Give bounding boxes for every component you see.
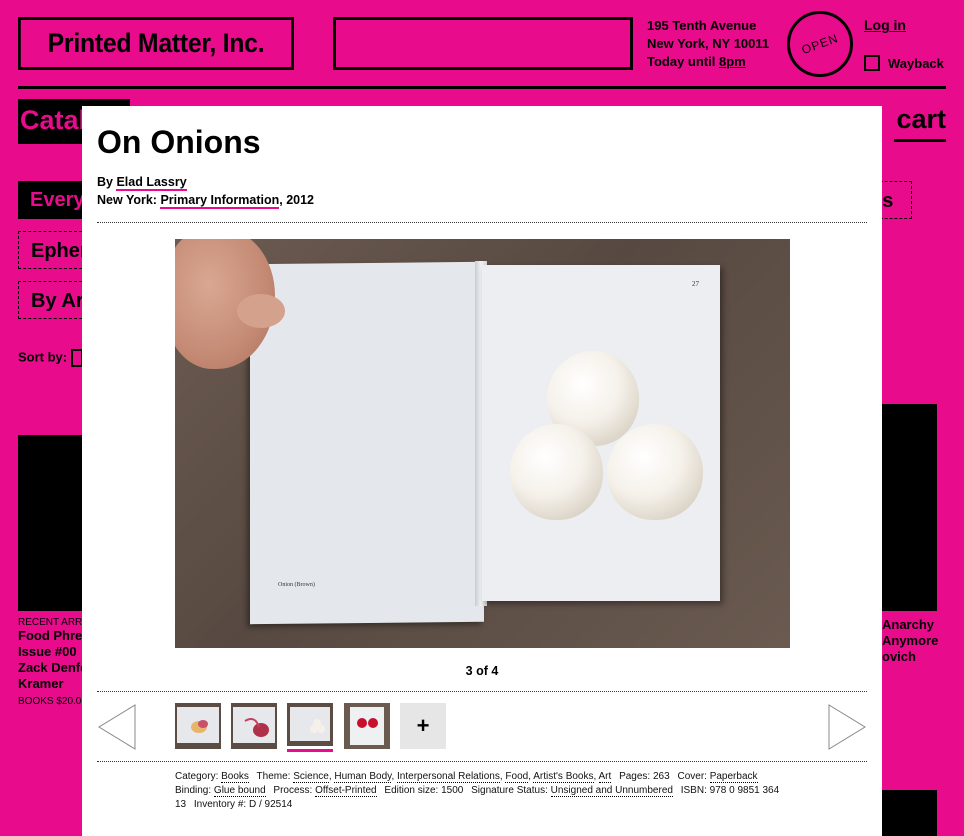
cart-link[interactable]: cart [894,99,946,142]
divider [97,691,867,692]
thumbnail-4-image [344,703,390,749]
author-prefix: By [97,175,113,189]
sort-label: Sort by: [18,349,68,365]
site-logo[interactable]: Printed Matter, Inc. [18,17,294,70]
product-tag: RECENT ARRIVALS [18,617,82,628]
product-credits: By Elad Lassry New York: Primary Informa… [97,173,314,209]
book-left-page [250,261,484,625]
product-card-right[interactable]: Anarchy Anymore ovich [882,617,964,665]
header-divider [18,86,946,89]
product-title: On Onions [97,124,261,160]
product-title-line: Zack Denfeld [18,660,82,675]
product-photo[interactable]: 27 Onion (Brown) [175,239,790,648]
onion-left-image [510,424,603,520]
process-link[interactable]: Offset-Printed [315,785,377,797]
address-line-2: New York, NY 10011 [647,36,770,51]
wayback-checkbox[interactable] [864,55,880,71]
theme-detail: Theme: Science, Human Body, Interpersona… [256,771,612,783]
thumbnail-4[interactable] [344,703,390,749]
product-title-line: Food Phreak [18,628,82,643]
publication-year: , 2012 [279,193,315,207]
theme-link[interactable]: Interpersonal Relations [397,771,500,783]
cover-link[interactable]: Paperback [709,771,758,783]
thumb-finger-image [237,294,285,328]
hours-link[interactable]: 8pm [719,54,746,69]
thumbnail-3-image [287,703,333,746]
onion-right-image [607,424,703,520]
open-status-badge: OPEN [787,11,853,77]
image-counter: 3 of 4 [465,664,499,678]
open-badge-label: OPEN [799,30,841,58]
page-number: 27 [692,280,699,288]
product-image-left[interactable] [18,435,82,611]
thumbnail-2-image [231,703,277,749]
thumbnail-3[interactable] [287,703,333,752]
signature-link[interactable]: Unsigned and Unnumbered [550,785,673,797]
theme-link[interactable]: Food [505,771,529,783]
wayback-toggle[interactable]: Wayback [864,55,944,71]
product-details: Category: Books Theme: Science, Human Bo… [175,770,785,812]
category-link[interactable]: Books [221,771,249,783]
theme-link[interactable]: Human Body [334,771,392,783]
author-link[interactable]: Elad Lassry [116,175,187,191]
thumbnail-1-image [175,703,221,749]
sort-control[interactable]: Sort by: [18,349,84,367]
next-arrow-icon[interactable] [827,704,867,750]
login-link[interactable]: Log in [864,17,906,33]
hours-prefix: Today until [647,54,716,69]
divider [97,761,867,762]
category-detail: Category: Books [175,771,249,783]
divider [97,222,867,223]
logo-text: Printed Matter, Inc. [47,28,265,58]
process-detail: Process: Offset-Printed [273,785,377,797]
publisher-link[interactable]: Primary Information [160,193,280,209]
store-hours: Today until 8pm [647,53,769,71]
theme-link[interactable]: Art [598,771,612,783]
edition-detail: Edition size: 1500 [384,785,464,796]
store-address: 195 Tenth Avenue New York, NY 10011 Toda… [647,17,769,71]
product-card-left[interactable]: RECENT ARRIVALS Food Phreak Issue #00 Za… [18,617,82,707]
product-title-line: Issue #00 [18,644,77,659]
theme-link[interactable]: Artist's Books [533,771,594,783]
product-title-line: Anarchy [882,617,935,632]
place-label: New York: [97,193,157,207]
thumbnail-1[interactable] [175,703,221,749]
address-line-1: 195 Tenth Avenue [647,18,757,33]
product-title-line: Kramer [18,676,64,691]
product-price: BOOKS $20.00 [18,696,82,707]
inventory-detail: Inventory #: D / 92514 [193,799,293,810]
wayback-label: Wayback [888,55,944,71]
product-title-line: ovich [882,649,916,664]
product-image-right-lower[interactable] [882,790,937,836]
more-images-button[interactable]: + [400,703,446,749]
product-image-right[interactable] [882,404,937,611]
theme-link[interactable]: Science [293,771,329,783]
signature-detail: Signature Status: Unsigned and Unnumbere… [471,785,673,797]
product-modal: On Onions By Elad Lassry New York: Prima… [82,106,882,836]
pages-detail: Pages: 263 [619,771,670,782]
photo-caption: Onion (Brown) [278,582,315,588]
product-title-line: Anymore [882,633,939,648]
binding-link[interactable]: Glue bound [213,785,266,797]
thumbnail-2[interactable] [231,703,277,749]
cover-detail: Cover: Paperback [677,771,758,783]
search-input[interactable] [333,17,633,70]
previous-arrow-icon[interactable] [97,704,137,750]
binding-detail: Binding: Glue bound [175,785,266,797]
